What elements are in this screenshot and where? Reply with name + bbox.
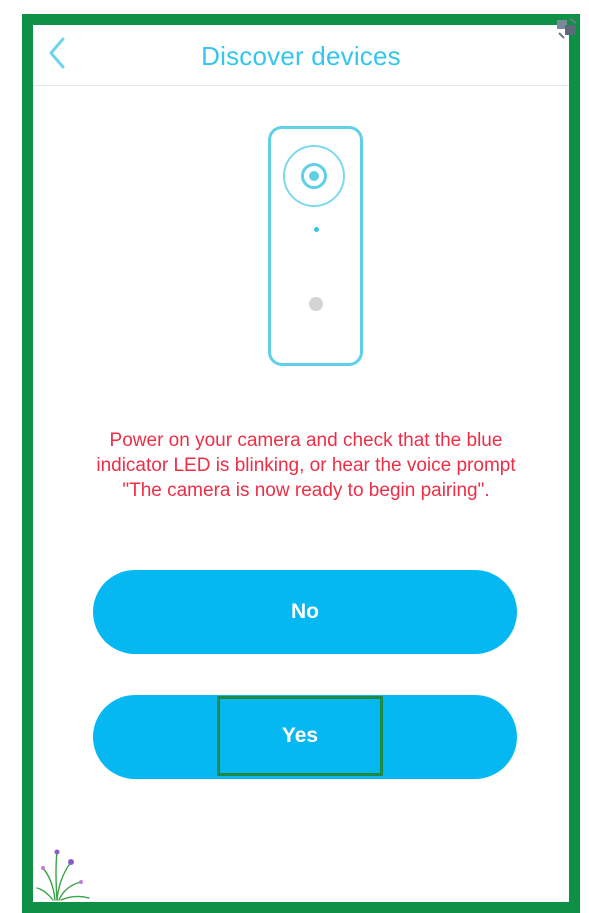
no-button[interactable]: No xyxy=(93,570,517,654)
app-header: Discover devices xyxy=(33,25,569,86)
yes-button-highlight[interactable]: Yes xyxy=(217,696,383,776)
decorative-plant-icon xyxy=(36,849,90,901)
indicator-led xyxy=(314,227,319,232)
screenshot-frame: Discover devices Power on your camera an… xyxy=(22,14,580,913)
corner-badge-icon xyxy=(557,18,577,39)
camera-lens xyxy=(301,163,327,189)
camera-button xyxy=(309,297,323,311)
yes-button-label: Yes xyxy=(281,724,319,747)
camera-lens-ring xyxy=(283,145,345,207)
camera-device-icon xyxy=(268,126,363,366)
page-title: Discover devices xyxy=(201,41,401,71)
no-button-label: No xyxy=(291,600,319,623)
instruction-text: Power on your camera and check that the … xyxy=(96,430,516,501)
camera-lens-center xyxy=(309,171,319,181)
